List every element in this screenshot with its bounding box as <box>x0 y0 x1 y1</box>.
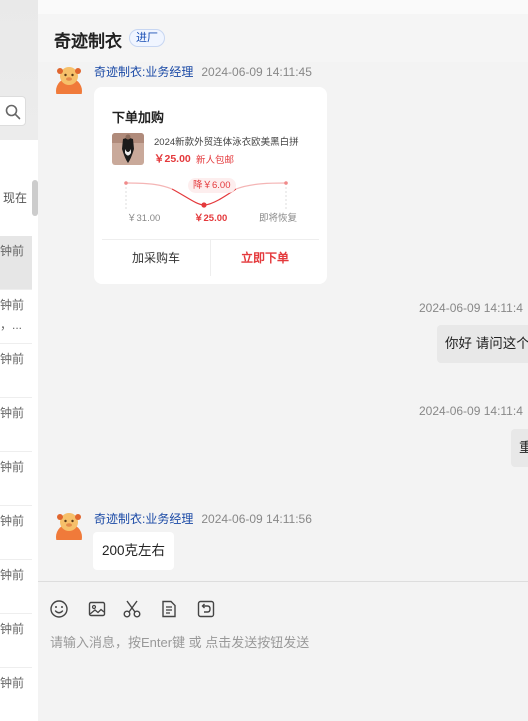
status-badge: 进厂 <box>129 29 165 47</box>
price-drop-label: 降￥6.00 <box>188 178 236 193</box>
conversation-item[interactable]: 钟前 <box>0 506 32 560</box>
price-old: ￥31.00 <box>127 213 161 224</box>
product-thumbnail[interactable] <box>112 133 144 165</box>
message-bubble[interactable]: 重 <box>511 429 528 467</box>
order-card[interactable]: 下单加购 2024新款外贸连体泳衣欧美黑白拼 ￥25.00 新人包邮 降￥6.0… <box>94 87 327 284</box>
conversation-time: 钟前 <box>0 244 25 258</box>
price-new: ￥25.00 <box>194 213 228 224</box>
window-top-bar <box>38 0 528 14</box>
conversation-time: 钟前 <box>0 352 25 366</box>
conversation-item[interactable]: 钟前 ，... <box>0 290 32 344</box>
product-price: ￥25.00 <box>154 153 191 165</box>
conversation-time: 钟前 <box>0 622 25 636</box>
price-restore-label: 即将恢复 <box>259 213 298 224</box>
chat-title: 奇迹制衣 <box>54 32 122 51</box>
search-icon[interactable] <box>4 103 22 121</box>
order-now-button[interactable]: 立即下单 <box>211 240 319 276</box>
message-header: 奇迹制衣:业务经理 2024-06-09 14:11:45 <box>94 63 312 80</box>
conversation-time: 钟前 <box>0 568 25 582</box>
scissors-icon[interactable] <box>122 599 142 619</box>
message-header: 奇迹制衣:业务经理 2024-06-09 14:11:56 <box>94 510 312 527</box>
card-title: 下单加购 <box>112 110 165 125</box>
sender-name[interactable]: 奇迹制衣:业务经理 <box>94 512 193 526</box>
conversation-list: 现在 钟前 钟前 ，... 钟前 钟前 钟前 钟前 钟前 钟前 钟前 <box>0 0 38 721</box>
conversation-item[interactable]: 钟前 <box>0 560 32 614</box>
message-time: 2024-06-09 14:11:4 <box>419 404 523 418</box>
conversation-preview: ，... <box>0 318 23 332</box>
message-list[interactable]: 奇迹制衣:业务经理 2024-06-09 14:11:45 下单加购 2024新款… <box>38 62 528 580</box>
conversation-item[interactable]: 钟前 <box>0 452 32 506</box>
conversation-time-now: 现在 <box>3 191 28 205</box>
message-bubble[interactable]: 200克左右 <box>93 532 175 570</box>
trend-point-new <box>201 202 207 208</box>
conversation-time: 钟前 <box>0 460 25 474</box>
product-name: 2024新款外贸连体泳衣欧美黑白拼 <box>154 137 299 148</box>
trend-line <box>235 182 287 190</box>
message-time: 2024-06-09 14:11:56 <box>201 512 312 526</box>
conversation-item[interactable]: 钟前 <box>0 614 32 668</box>
message-input[interactable] <box>50 630 520 654</box>
add-to-cart-button[interactable]: 加采购车 <box>102 240 210 276</box>
emoji-icon[interactable] <box>49 599 69 619</box>
message-composer <box>38 582 528 721</box>
message-time: 2024-06-09 14:11:45 <box>201 65 312 79</box>
conversation-time: 钟前 <box>0 514 25 528</box>
image-icon[interactable] <box>87 599 107 619</box>
message-bubble[interactable]: 你好 请问这个 <box>437 325 528 363</box>
conversation-item[interactable]: 钟前 <box>0 344 32 398</box>
conversation-item[interactable]: 钟前 <box>0 236 32 290</box>
chat-header: 奇迹制衣 进厂 <box>38 14 528 62</box>
avatar[interactable] <box>54 64 84 94</box>
avatar[interactable] <box>54 510 84 540</box>
trend-point-restore <box>284 181 288 185</box>
conversation-item[interactable]: 钟前 <box>0 668 32 721</box>
recall-icon[interactable] <box>196 599 216 619</box>
sender-name[interactable]: 奇迹制衣:业务经理 <box>94 65 193 79</box>
conversation-time: 钟前 <box>0 298 25 312</box>
trend-point-old <box>124 181 128 185</box>
conversation-item[interactable]: 钟前 <box>0 398 32 452</box>
free-shipping-badge: 新人包邮 <box>196 155 235 166</box>
conversation-time: 钟前 <box>0 676 25 690</box>
trend-line <box>125 182 173 190</box>
message-time: 2024-06-09 14:11:4 <box>419 301 523 315</box>
conversation-time: 钟前 <box>0 406 25 420</box>
document-icon[interactable] <box>159 599 179 619</box>
